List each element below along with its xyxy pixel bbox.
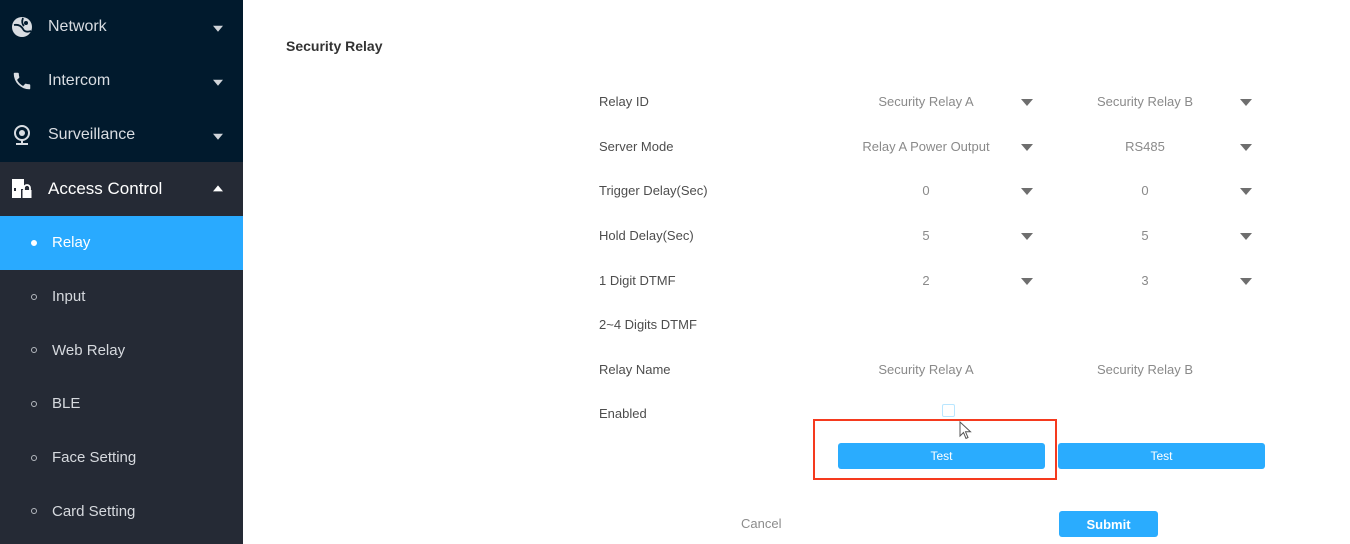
sidebar-item-label: Relay bbox=[52, 234, 91, 252]
form-row-server-mode: Server Mode Relay A Power Output RS485 bbox=[599, 139, 1299, 159]
chevron-down-icon bbox=[213, 25, 223, 32]
relay-b-dtmf-select[interactable]: 3 bbox=[1060, 273, 1230, 288]
bullet-icon bbox=[31, 454, 37, 461]
chevron-up-icon bbox=[213, 185, 223, 192]
chevron-down-icon[interactable] bbox=[1021, 233, 1033, 240]
bullet-icon bbox=[31, 347, 37, 354]
bullet-icon bbox=[31, 239, 37, 246]
chevron-down-icon[interactable] bbox=[1240, 278, 1252, 285]
sidebar-item-label: Input bbox=[52, 288, 86, 306]
sidebar-group-label: Intercom bbox=[48, 72, 111, 89]
sidebar-group-label: Network bbox=[48, 18, 107, 35]
bullet-icon bbox=[31, 508, 37, 515]
relay-b-server-mode-select[interactable]: RS485 bbox=[1060, 139, 1230, 154]
field-label: Relay Name bbox=[599, 362, 671, 377]
network-icon bbox=[10, 15, 34, 39]
sidebar-item-ble[interactable]: BLE bbox=[0, 377, 243, 431]
form-row-relay-id: Relay ID Security Relay A Security Relay… bbox=[599, 94, 1299, 114]
sidebar-group-surveillance[interactable]: Surveillance bbox=[0, 108, 243, 162]
sidebar-group-network[interactable]: Network bbox=[0, 0, 243, 54]
sidebar-group-label: Surveillance bbox=[48, 126, 136, 143]
field-label: Hold Delay(Sec) bbox=[599, 228, 694, 243]
form-row-relay-name: Relay Name Security Relay A Security Rel… bbox=[599, 362, 1299, 382]
relay-a-dtmf-select[interactable]: 2 bbox=[841, 273, 1011, 288]
relay-a-server-mode-select[interactable]: Relay A Power Output bbox=[826, 139, 1026, 154]
chevron-down-icon bbox=[213, 79, 223, 86]
cancel-button[interactable]: Cancel bbox=[741, 516, 781, 531]
chevron-down-icon[interactable] bbox=[1240, 99, 1252, 106]
chevron-down-icon[interactable] bbox=[1021, 144, 1033, 151]
form-row-2-4-digits-dtmf: 2~4 Digits DTMF bbox=[599, 317, 1299, 337]
door-lock-icon bbox=[10, 177, 34, 201]
sidebar-group-label: Access Control bbox=[48, 179, 163, 198]
field-label: Trigger Delay(Sec) bbox=[599, 183, 708, 198]
field-label: Enabled bbox=[599, 406, 647, 421]
relay-b-test-button[interactable]: Test bbox=[1058, 443, 1265, 469]
sidebar-item-label: Card Setting bbox=[52, 502, 136, 520]
sidebar-item-input[interactable]: Input bbox=[0, 270, 243, 324]
form-row-1-digit-dtmf: 1 Digit DTMF 2 3 bbox=[599, 273, 1299, 293]
sidebar-item-label: Face Setting bbox=[52, 449, 137, 467]
field-label: Relay ID bbox=[599, 94, 649, 109]
sidebar-group-intercom[interactable]: Intercom bbox=[0, 54, 243, 108]
sidebar: Network Intercom Surveillance Access Con… bbox=[0, 0, 243, 544]
chevron-down-icon bbox=[213, 133, 223, 140]
relay-b-id-select[interactable]: Security Relay B bbox=[1060, 94, 1230, 109]
relay-a-hold-delay-select[interactable]: 5 bbox=[841, 228, 1011, 243]
relay-a-id-select[interactable]: Security Relay A bbox=[841, 94, 1011, 109]
section-title: Security Relay bbox=[286, 38, 383, 54]
sidebar-item-web-relay[interactable]: Web Relay bbox=[0, 323, 243, 377]
bullet-icon bbox=[31, 293, 37, 300]
phone-icon bbox=[10, 69, 34, 93]
sidebar-item-card-setting[interactable]: Card Setting bbox=[0, 484, 243, 538]
sidebar-item-label: BLE bbox=[52, 395, 81, 413]
sidebar-group-access-control[interactable]: Access Control bbox=[0, 162, 243, 216]
field-label: 2~4 Digits DTMF bbox=[599, 317, 697, 332]
relay-a-trigger-delay-select[interactable]: 0 bbox=[841, 183, 1011, 198]
submit-button[interactable]: Submit bbox=[1059, 511, 1158, 537]
sidebar-item-label: Web Relay bbox=[52, 341, 126, 359]
relay-a-test-button[interactable]: Test bbox=[838, 443, 1045, 469]
relay-b-name-input[interactable]: Security Relay B bbox=[1060, 362, 1230, 377]
field-label: Server Mode bbox=[599, 139, 674, 154]
relay-b-hold-delay-select[interactable]: 5 bbox=[1060, 228, 1230, 243]
chevron-down-icon[interactable] bbox=[1240, 233, 1252, 240]
relay-a-name-input[interactable]: Security Relay A bbox=[841, 362, 1011, 377]
chevron-down-icon[interactable] bbox=[1021, 278, 1033, 285]
sidebar-item-face-setting[interactable]: Face Setting bbox=[0, 431, 243, 485]
chevron-down-icon[interactable] bbox=[1021, 99, 1033, 106]
relay-a-enabled-checkbox[interactable] bbox=[942, 404, 955, 417]
webcam-icon bbox=[10, 123, 34, 147]
chevron-down-icon[interactable] bbox=[1240, 188, 1252, 195]
form-row-hold-delay: Hold Delay(Sec) 5 5 bbox=[599, 228, 1299, 248]
chevron-down-icon[interactable] bbox=[1021, 188, 1033, 195]
bullet-icon bbox=[31, 400, 37, 407]
mouse-cursor-icon bbox=[959, 421, 972, 440]
relay-b-trigger-delay-select[interactable]: 0 bbox=[1060, 183, 1230, 198]
chevron-down-icon[interactable] bbox=[1240, 144, 1252, 151]
field-label: 1 Digit DTMF bbox=[599, 273, 676, 288]
form-row-trigger-delay: Trigger Delay(Sec) 0 0 bbox=[599, 183, 1299, 203]
sidebar-item-relay[interactable]: Relay bbox=[0, 216, 243, 270]
